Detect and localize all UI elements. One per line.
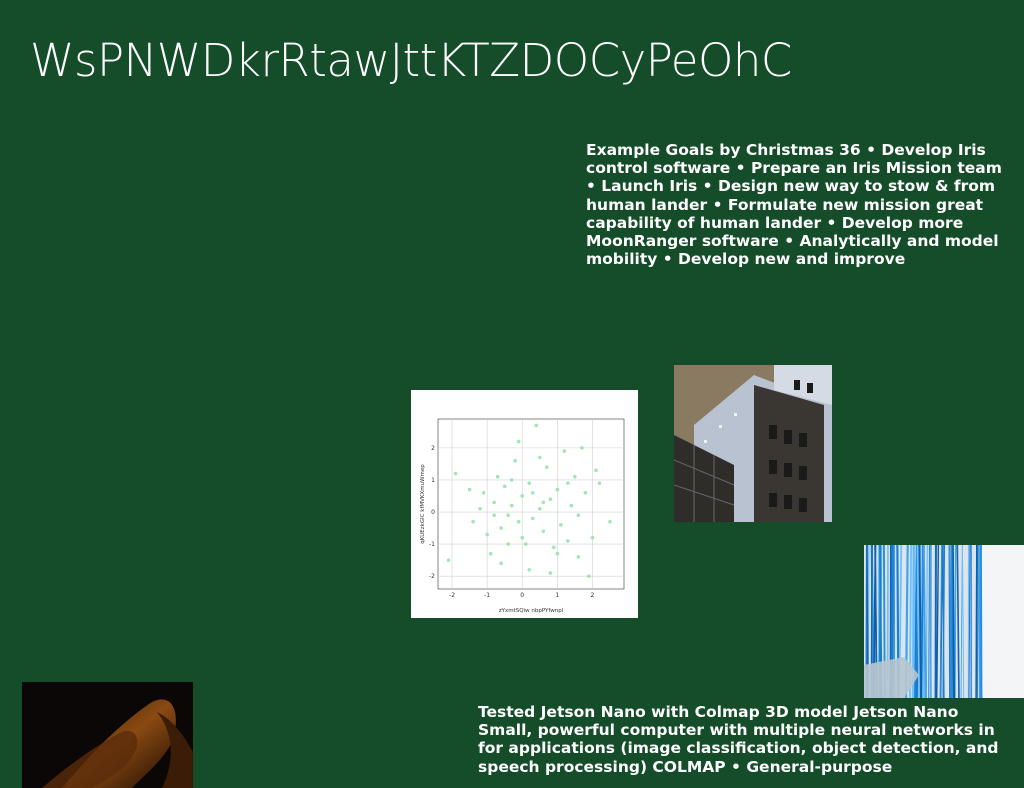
jetson-text: Tested Jetson Nano with Colmap 3D model …: [478, 703, 999, 776]
scatter-point: [544, 465, 549, 469]
scatter-plot-image: -2 -1 0 1 2 2 1 0 -1 -2 zYxmtSQiw nbpPYfwnpl qKUE…: [411, 390, 638, 618]
scatter-point: [534, 423, 539, 428]
scatter-point: [506, 542, 510, 546]
scatter-point: [499, 526, 503, 530]
scatter-point: [559, 523, 563, 527]
scatter-point: [495, 474, 500, 479]
scatter-point: [467, 487, 472, 492]
scatter-point: [597, 481, 602, 485]
x-axis-label: zYxmtSQiw nbpPYfwnpl: [499, 608, 564, 614]
scatter-point: [509, 503, 514, 508]
scatter-point: [590, 535, 595, 540]
scatter-point: [488, 551, 493, 556]
scatter-point: [537, 455, 542, 460]
scatter-point: [530, 516, 535, 521]
scatter-point: [492, 500, 496, 505]
slide-title: WsPNWDkrRtawJttKTZDOCyPeOhC: [30, 34, 792, 87]
scatter-point: [527, 481, 532, 485]
scatter-point: [446, 558, 451, 562]
y-tick-label: -1: [429, 541, 435, 548]
scatter-point: [520, 494, 525, 498]
scatter-point: [608, 519, 612, 524]
scatter-point: [502, 484, 507, 489]
scatter-point: [481, 490, 486, 495]
scatter-point: [471, 519, 475, 524]
tinsel-photo: [864, 545, 1024, 698]
scatter-point: [530, 490, 535, 495]
scatter-point: [520, 535, 525, 540]
scatter-point: [541, 529, 546, 534]
scatter-point: [478, 507, 482, 511]
scatter-point: [552, 545, 556, 550]
scatter-point: [555, 487, 560, 492]
scatter-point: [537, 507, 542, 511]
x-tick-label: 0: [520, 592, 524, 599]
scatter-point: [453, 471, 458, 476]
building-photo: [674, 365, 832, 522]
scatter-point: [594, 468, 598, 473]
y-tick-label: -2: [429, 573, 435, 580]
scatter-point: [516, 439, 521, 444]
goals-text: Example Goals by Christmas 36 • Develop …: [586, 141, 1002, 269]
scatter-point: [566, 481, 570, 485]
scatter-point: [583, 490, 588, 495]
y-tick-label: 2: [431, 445, 435, 452]
scatter-point: [587, 574, 591, 578]
scatter-point: [573, 474, 577, 479]
scatter-point: [513, 458, 518, 463]
scatter-point: [492, 513, 496, 518]
scatter-point: [523, 542, 528, 546]
y-tick-label: 0: [431, 509, 435, 516]
scatter-point: [566, 539, 570, 543]
x-tick-label: -2: [449, 592, 455, 599]
x-tick-label: 2: [591, 592, 595, 599]
scatter-point: [506, 513, 510, 518]
scatter-point: [509, 478, 514, 482]
scatter-point: [576, 555, 581, 559]
scatter-point: [516, 519, 521, 524]
y-axis-label: qKUEzkGIC kfMVKXmuWmep: [420, 464, 426, 544]
scatter-point: [527, 567, 532, 572]
plot-frame: [437, 418, 625, 590]
scatter-point: [562, 449, 567, 453]
scatter-point: [555, 551, 560, 556]
y-tick-label: 1: [431, 477, 435, 484]
scatter-point: [499, 561, 503, 566]
x-tick-label: 1: [555, 592, 559, 599]
scatter-point: [541, 500, 546, 505]
scatter-plot-svg: -2 -1 0 1 2 2 1 0 -1 -2 zYxmtSQiw nbpPYfwnpl qKUE…: [420, 418, 625, 614]
scatter-point: [580, 446, 584, 450]
scatter-point: [569, 503, 574, 508]
scatter-point: [548, 571, 553, 575]
scatter-point: [548, 497, 553, 501]
x-tick-label: -1: [484, 592, 490, 599]
scatter-point: [576, 513, 581, 518]
abstract-swirl-photo: [22, 682, 193, 788]
scatter-point: [485, 532, 489, 537]
